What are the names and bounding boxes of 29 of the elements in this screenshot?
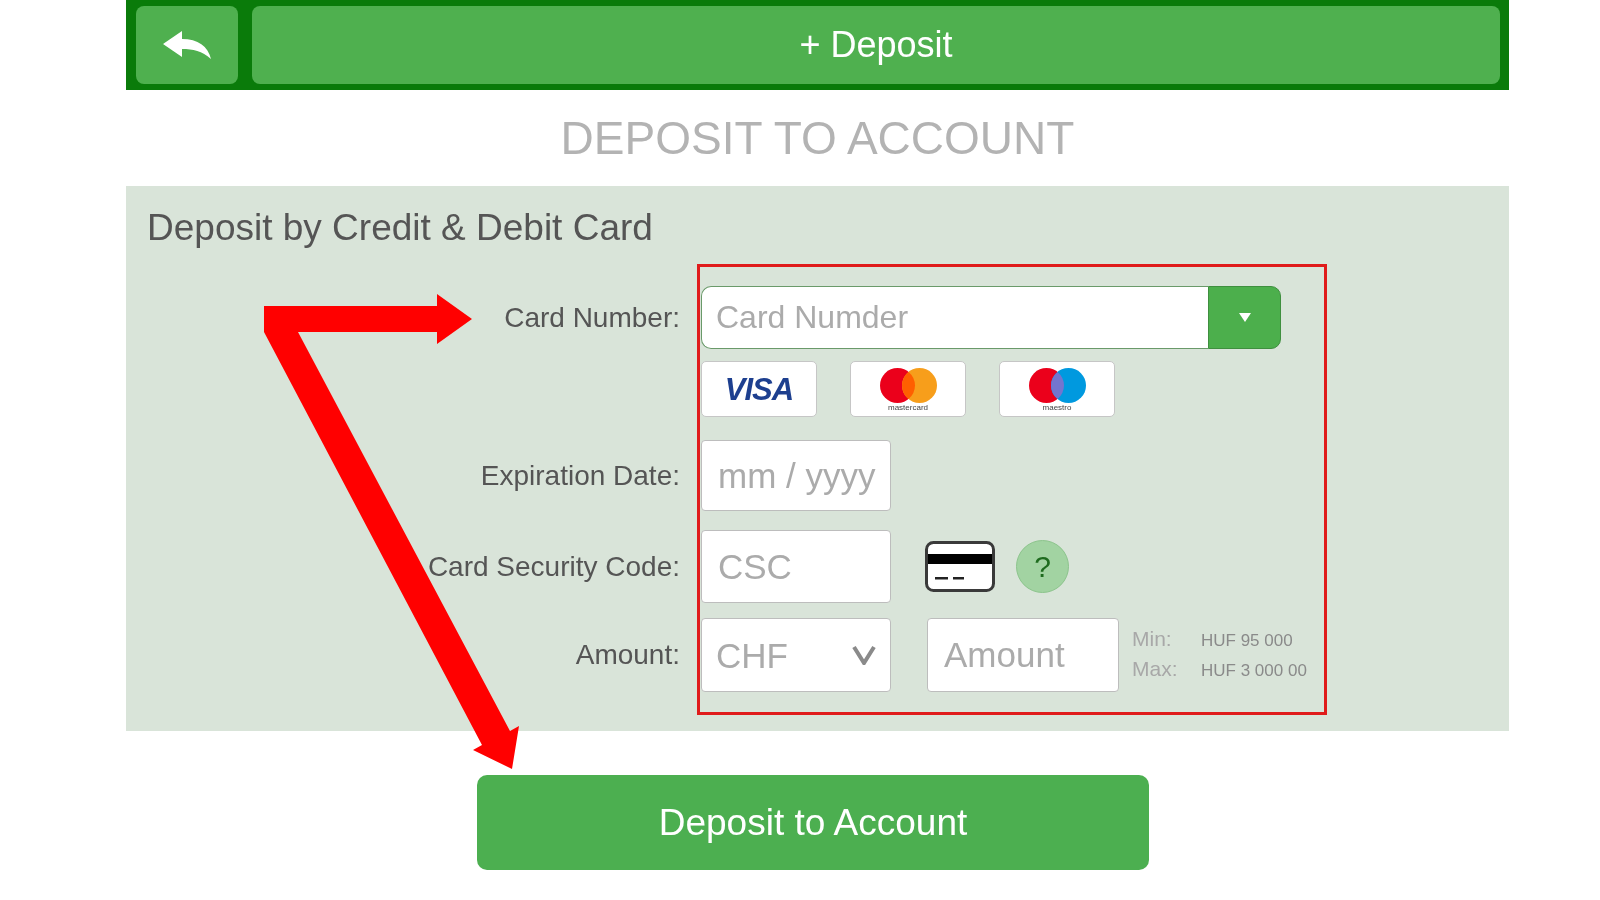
- back-arrow-icon: [163, 31, 211, 59]
- caret-down-icon: [1238, 313, 1251, 322]
- amount-field[interactable]: Amount: [927, 618, 1119, 692]
- field-label: Card Security Code:: [427, 550, 680, 583]
- limit-label: Max:: [1132, 656, 1179, 682]
- field-label: Expiration Date:: [480, 459, 680, 492]
- currency-select[interactable]: CHF: [701, 618, 891, 692]
- limit-value: HUF 3 000 00: [1201, 660, 1307, 682]
- overlapping-circles-icon: [1028, 367, 1086, 403]
- logo-wordmark: mastercard: [888, 402, 928, 413]
- limit-value: HUF 95 000: [1201, 630, 1293, 652]
- field-label: Amount:: [575, 639, 680, 671]
- page-heading: DEPOSIT TO ACCOUNT: [559, 111, 1076, 166]
- field-label: Card Number:: [504, 301, 680, 334]
- security-code-field[interactable]: CSC: [701, 530, 891, 603]
- card-number-field[interactable]: Card Numder: [701, 286, 1208, 349]
- deposit-submit-button[interactable]: Deposit to Account: [477, 775, 1149, 870]
- dropdown-button[interactable]: [1208, 286, 1281, 349]
- logo-wordmark: maestro: [1042, 402, 1072, 413]
- back-button[interactable]: [136, 6, 238, 84]
- help-button[interactable]: ?: [1016, 540, 1069, 593]
- credit-card-icon: [925, 541, 995, 592]
- logo-wordmark: VISA: [724, 373, 794, 405]
- panel-title: Deposit by Credit & Debit Card: [146, 206, 653, 248]
- limit-label: Min:: [1132, 626, 1173, 652]
- expiration-date-field[interactable]: mm / yyyy: [701, 440, 891, 511]
- overlapping-circles-icon: [879, 367, 937, 403]
- deposit-header-button[interactable]: + Deposit: [252, 6, 1500, 84]
- chevron-down-icon: [852, 645, 876, 665]
